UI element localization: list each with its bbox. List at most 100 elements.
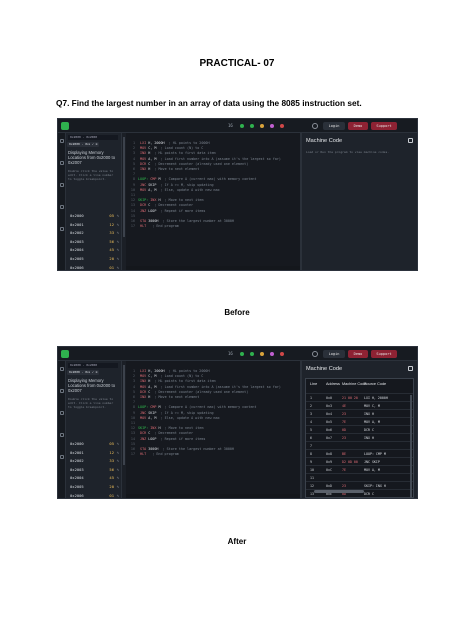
line-number[interactable]: 13 (128, 203, 135, 208)
edit-icon[interactable]: ✎ (117, 229, 119, 236)
edit-icon[interactable]: ✎ (117, 440, 119, 447)
memory-value[interactable]: 56 (109, 466, 114, 473)
line-number[interactable]: 9 (128, 411, 135, 416)
memory-value[interactable]: 56 (109, 238, 114, 245)
memory-row[interactable]: 0x2005 20 ✎ (68, 255, 120, 262)
user-avatar-icon[interactable] (312, 351, 318, 357)
line-number[interactable]: 2 (128, 146, 135, 151)
memory-scrollbar[interactable] (123, 137, 125, 237)
code-editor[interactable]: 1 LXI H, 2000H ; HL points to 2000H 2 MOV… (126, 133, 301, 270)
edit-icon[interactable]: ✎ (117, 212, 119, 219)
line-number[interactable]: 8 (128, 405, 135, 410)
settings-icon[interactable] (60, 411, 64, 415)
line-number[interactable]: 2 (128, 374, 135, 379)
user-avatar-icon[interactable] (312, 123, 318, 129)
memory-value[interactable]: 12 (109, 221, 114, 228)
line-number[interactable]: 15 (128, 442, 135, 447)
edit-icon[interactable]: ✎ (117, 238, 119, 245)
memory-value[interactable]: 33 (109, 229, 114, 236)
line-number[interactable]: 6 (128, 167, 135, 172)
memory-row[interactable]: 0x2000 05 ✎ (68, 212, 120, 219)
memory-row[interactable]: 0x2003 56 ✎ (68, 466, 120, 473)
line-number[interactable]: 7 (128, 400, 135, 405)
line-number[interactable]: 8 (128, 177, 135, 182)
memory-row[interactable]: 0x2002 33 ✎ (68, 229, 120, 236)
line-number[interactable]: 10 (128, 416, 135, 421)
edit-icon[interactable]: ✎ (117, 483, 119, 490)
memory-icon[interactable] (60, 161, 64, 165)
stop-icon[interactable] (280, 124, 284, 128)
line-number[interactable]: 16 (128, 447, 135, 452)
address-range-input[interactable]: 0x2000 - 0x2000 (68, 135, 118, 140)
memory-row[interactable]: 0x2006 01 ✎ (68, 492, 120, 498)
memory-value[interactable]: 05 (109, 440, 114, 447)
line-number[interactable]: 17 (128, 452, 135, 457)
memory-row[interactable]: 0x2004 45 ✎ (68, 474, 120, 481)
demo-button[interactable]: Demo (348, 122, 368, 130)
panel-toggle-icon[interactable] (408, 366, 413, 371)
run-icon[interactable] (250, 352, 254, 356)
memory-row[interactable]: 0x2005 20 ✎ (68, 483, 120, 490)
line-number[interactable]: 17 (128, 224, 135, 229)
files-icon[interactable] (60, 367, 64, 371)
memory-value[interactable]: 20 (109, 483, 114, 490)
assemble-icon[interactable] (240, 124, 244, 128)
line-number[interactable]: 16 (128, 219, 135, 224)
debug-icon[interactable] (270, 352, 274, 356)
info-icon[interactable] (60, 205, 64, 209)
memory-scrollbar[interactable] (123, 365, 125, 465)
panel-toggle-icon[interactable] (408, 138, 413, 143)
memory-row[interactable]: 0x2004 45 ✎ (68, 246, 120, 253)
help-icon[interactable] (60, 227, 64, 231)
edit-icon[interactable]: ✎ (117, 474, 119, 481)
line-number[interactable]: 10 (128, 188, 135, 193)
line-number[interactable]: 12 (128, 198, 135, 203)
line-number[interactable]: 6 (128, 395, 135, 400)
line-number[interactable]: 4 (128, 157, 135, 162)
edit-icon[interactable]: ✎ (117, 466, 119, 473)
memory-value[interactable]: 05 (109, 212, 114, 219)
edit-icon[interactable]: ✎ (117, 246, 119, 253)
memory-value[interactable]: 45 (109, 246, 114, 253)
line-number[interactable]: 15 (128, 214, 135, 219)
line-number[interactable]: 5 (128, 390, 135, 395)
help-icon[interactable] (60, 455, 64, 459)
info-icon[interactable] (60, 433, 64, 437)
line-number[interactable]: 11 (128, 421, 135, 426)
login-button[interactable]: Login (323, 350, 345, 358)
support-button[interactable]: Support (371, 122, 397, 130)
memory-value[interactable]: 45 (109, 474, 114, 481)
memory-options-chip[interactable]: ✓ ⊕ (90, 142, 100, 147)
line-number[interactable]: 13 (128, 431, 135, 436)
stop-icon[interactable] (280, 352, 284, 356)
edit-icon[interactable]: ✎ (117, 221, 119, 228)
support-button[interactable]: Support (371, 350, 397, 358)
memory-value[interactable]: 01 (109, 264, 114, 270)
memory-value[interactable]: 33 (109, 457, 114, 464)
line-number[interactable]: 14 (128, 437, 135, 442)
debug-icon[interactable] (270, 124, 274, 128)
line-number[interactable]: 3 (128, 379, 135, 384)
memory-row[interactable]: 0x2000 05 ✎ (68, 440, 120, 447)
step-icon[interactable] (260, 352, 264, 356)
line-number[interactable]: 1 (128, 141, 135, 146)
run-icon[interactable] (250, 124, 254, 128)
edit-icon[interactable]: ✎ (117, 255, 119, 262)
line-number[interactable]: 1 (128, 369, 135, 374)
line-number[interactable]: 5 (128, 162, 135, 167)
memory-value[interactable]: 12 (109, 449, 114, 456)
login-button[interactable]: Login (323, 122, 345, 130)
line-number[interactable]: 11 (128, 193, 135, 198)
edit-icon[interactable]: ✎ (117, 264, 119, 270)
assemble-icon[interactable] (240, 352, 244, 356)
memory-icon[interactable] (60, 389, 64, 393)
code-editor[interactable]: 1 LXI H, 2000H ; HL points to 2000H 2 MOV… (126, 361, 301, 498)
line-number[interactable]: 4 (128, 385, 135, 390)
memory-value[interactable]: 01 (109, 492, 114, 498)
settings-icon[interactable] (60, 183, 64, 187)
table-horizontal-scrollbar[interactable] (314, 490, 364, 493)
demo-button[interactable]: Demo (348, 350, 368, 358)
line-number[interactable]: 14 (128, 209, 135, 214)
edit-icon[interactable]: ✎ (117, 492, 119, 498)
memory-options-chip[interactable]: ✓ ⊕ (90, 370, 100, 375)
